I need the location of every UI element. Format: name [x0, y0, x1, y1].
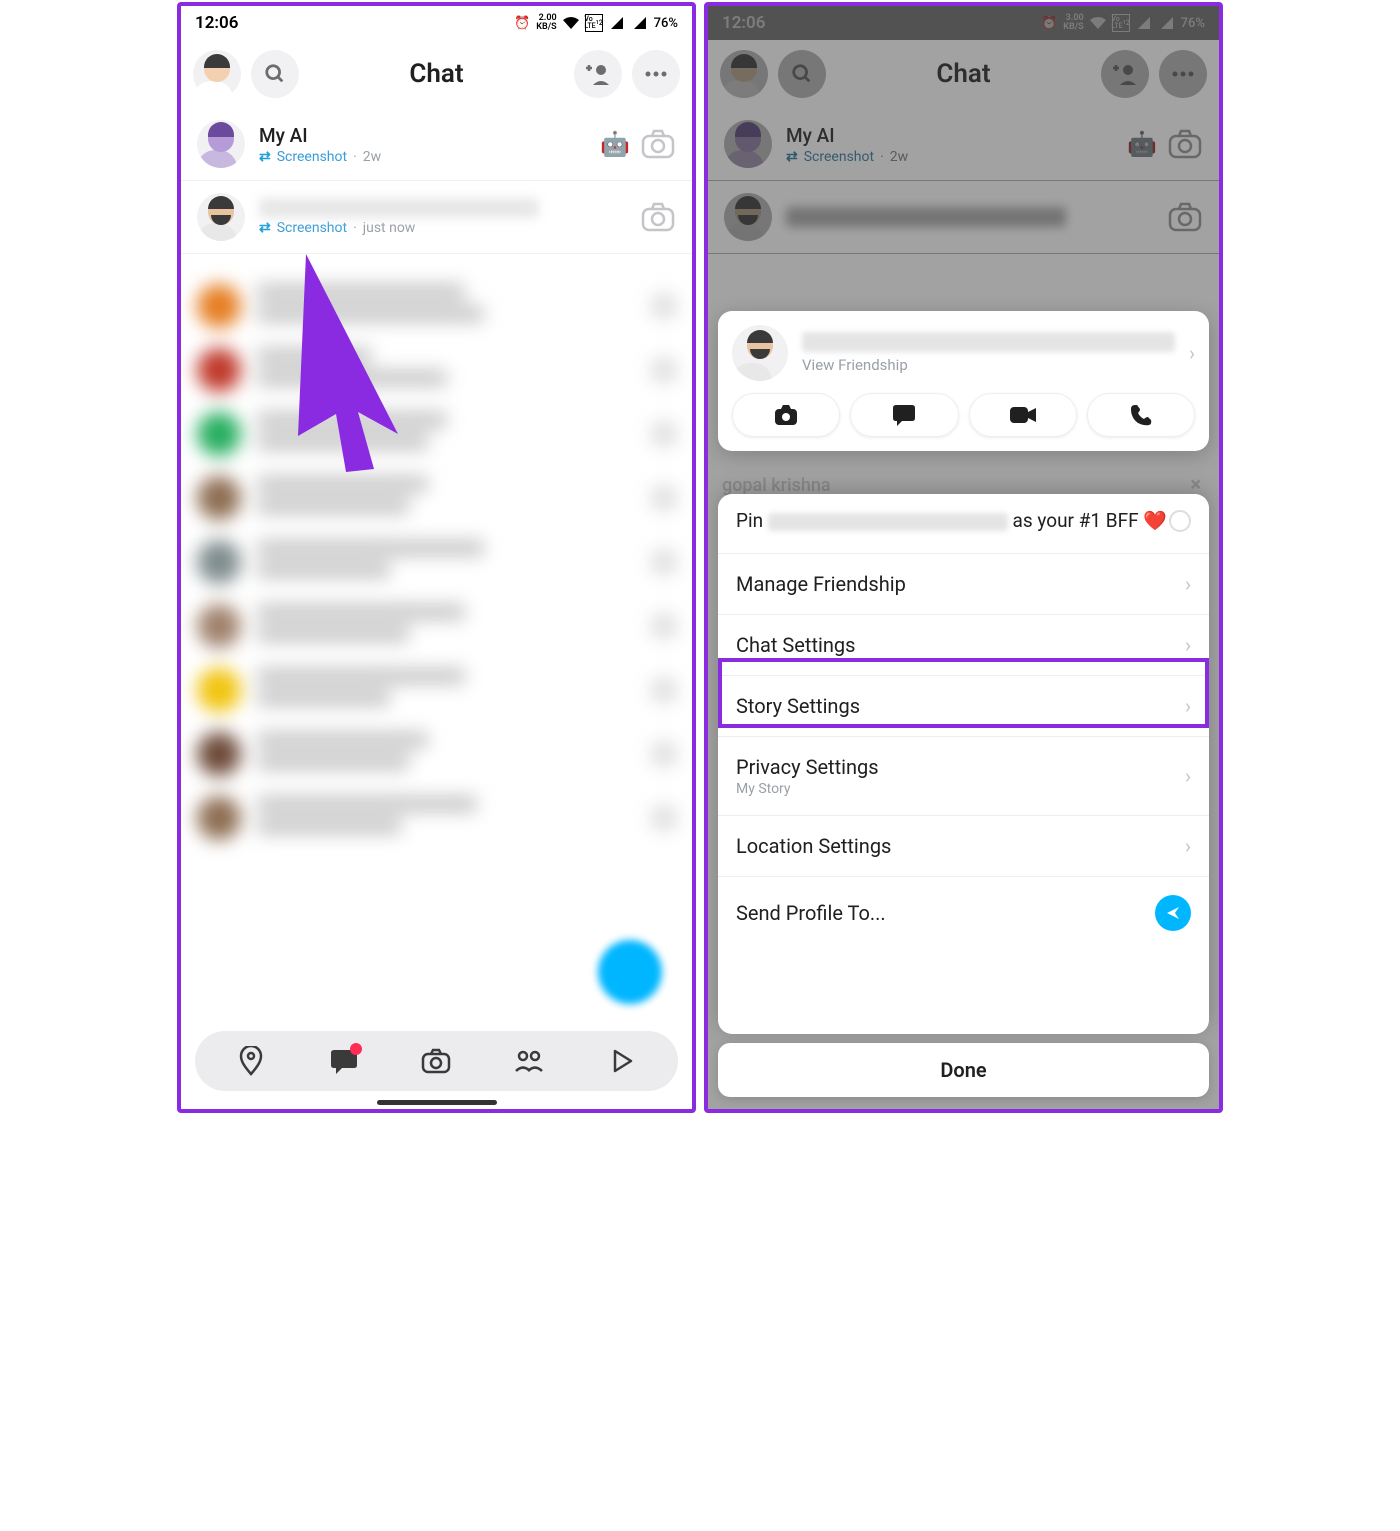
- alarm-icon: ⏰: [513, 14, 531, 32]
- radio-unchecked-icon[interactable]: [1169, 510, 1191, 532]
- done-button[interactable]: Done: [718, 1043, 1209, 1097]
- wifi-icon: [562, 14, 580, 32]
- friend-avatar-icon: [732, 325, 788, 381]
- nav-spotlight[interactable]: [602, 1041, 642, 1081]
- row-label: Manage Friendship: [736, 572, 906, 596]
- signal-icon-2: [631, 14, 649, 32]
- avatar-icon: [197, 120, 245, 168]
- chat-list: My AI ⇄ Screenshot · 2w 🤖: [181, 108, 692, 870]
- chevron-right-icon: ›: [1185, 764, 1191, 788]
- row-label: Story Settings: [736, 694, 860, 718]
- snap-camera-button[interactable]: [640, 126, 676, 162]
- status-time: 12:06: [195, 13, 238, 33]
- battery-percent: 76%: [654, 16, 678, 31]
- new-chat-fab[interactable]: [598, 940, 662, 1004]
- chat-time: just now: [363, 220, 416, 236]
- friend-info-card: View Friendship ›: [718, 311, 1209, 451]
- location-settings-row[interactable]: Location Settings ›: [718, 816, 1209, 877]
- chevron-right-icon: ›: [1185, 694, 1191, 718]
- network-speed: 2.00KB/S: [536, 14, 556, 32]
- status-bar: 12:06 ⏰ 2.00KB/S VoLTE1 2 76%: [181, 6, 692, 40]
- chat-settings-row[interactable]: Chat Settings ›: [718, 615, 1209, 676]
- story-settings-row[interactable]: Story Settings ›: [718, 676, 1209, 737]
- close-icon: ×: [1190, 472, 1201, 496]
- chevron-right-icon: ›: [1185, 834, 1191, 858]
- pin-bff-row[interactable]: Pin as your #1 BFF ❤️: [718, 494, 1209, 554]
- bottom-nav: [195, 1031, 678, 1091]
- chat-row-friend[interactable]: ⇄ Screenshot · just now: [181, 181, 692, 254]
- chevron-right-icon: ›: [1185, 633, 1191, 657]
- manage-friendship-row[interactable]: Manage Friendship ›: [718, 554, 1209, 615]
- status-indicators: ⏰ 2.00KB/S VoLTE1 2 76%: [513, 14, 678, 32]
- settings-sheet: Pin as your #1 BFF ❤️ Manage Friendship …: [718, 494, 1209, 1034]
- screenshot-icon: ⇄: [259, 220, 271, 236]
- chevron-right-icon: ›: [1185, 572, 1191, 596]
- lte-badge-icon: VoLTE1 2: [585, 14, 603, 32]
- row-label: Chat Settings: [736, 633, 855, 657]
- row-label: Send Profile To...: [736, 901, 886, 925]
- done-label: Done: [940, 1058, 986, 1082]
- phone-left-chat-list: 12:06 ⏰ 2.00KB/S VoLTE1 2 76%: [177, 2, 696, 1113]
- chat-name: My AI: [259, 124, 586, 147]
- more-button[interactable]: [632, 50, 680, 98]
- add-friend-button[interactable]: [574, 50, 622, 98]
- chat-status: Screenshot: [277, 149, 347, 165]
- chat-name-redacted: [259, 198, 539, 218]
- background-friend-name: gopal krishna: [722, 475, 831, 496]
- row-label: Location Settings: [736, 834, 891, 858]
- camera-action-button[interactable]: [732, 393, 840, 437]
- pin-name-redacted: [768, 513, 1008, 531]
- page-title: Chat: [409, 59, 463, 89]
- view-friendship-link[interactable]: View Friendship: [802, 332, 1175, 374]
- chat-row-my-ai[interactable]: My AI ⇄ Screenshot · 2w 🤖: [181, 108, 692, 181]
- privacy-settings-row[interactable]: Privacy Settings My Story ›: [718, 737, 1209, 816]
- chat-header: Chat: [181, 40, 692, 108]
- snap-camera-button[interactable]: [640, 199, 676, 235]
- profile-avatar[interactable]: [193, 50, 241, 98]
- search-button[interactable]: [251, 50, 299, 98]
- view-friendship-label: View Friendship: [802, 356, 1175, 374]
- blurred-chat-rows: [181, 254, 692, 870]
- nav-map[interactable]: [231, 1041, 271, 1081]
- row-label: Privacy Settings: [736, 755, 879, 779]
- pin-suffix: as your #1 BFF ❤️: [1013, 509, 1167, 532]
- send-arrow-icon: [1155, 895, 1191, 931]
- friend-name-redacted: [802, 332, 1175, 352]
- row-sublabel: My Story: [736, 781, 879, 797]
- chat-status: Screenshot: [277, 220, 347, 236]
- chat-time: 2w: [363, 149, 381, 165]
- chevron-right-icon: ›: [1189, 341, 1195, 365]
- home-indicator: [377, 1100, 497, 1105]
- screenshot-icon: ⇄: [259, 149, 271, 165]
- send-profile-row[interactable]: Send Profile To...: [718, 877, 1209, 949]
- nav-camera[interactable]: [416, 1041, 456, 1081]
- nav-stories[interactable]: [509, 1041, 549, 1081]
- chat-badge-icon: [350, 1043, 362, 1055]
- phone-right-chat-settings: 12:06 ⏰ 3.00KB/S VoLTE1 2 76%: [704, 2, 1223, 1113]
- nav-chat[interactable]: [324, 1041, 364, 1081]
- chat-action-button[interactable]: [850, 393, 958, 437]
- audio-call-button[interactable]: [1087, 393, 1195, 437]
- avatar-icon: [197, 193, 245, 241]
- pin-prefix: Pin: [736, 509, 763, 532]
- robot-emoji-icon: 🤖: [600, 130, 630, 158]
- video-call-button[interactable]: [969, 393, 1077, 437]
- signal-icon-1: [608, 14, 626, 32]
